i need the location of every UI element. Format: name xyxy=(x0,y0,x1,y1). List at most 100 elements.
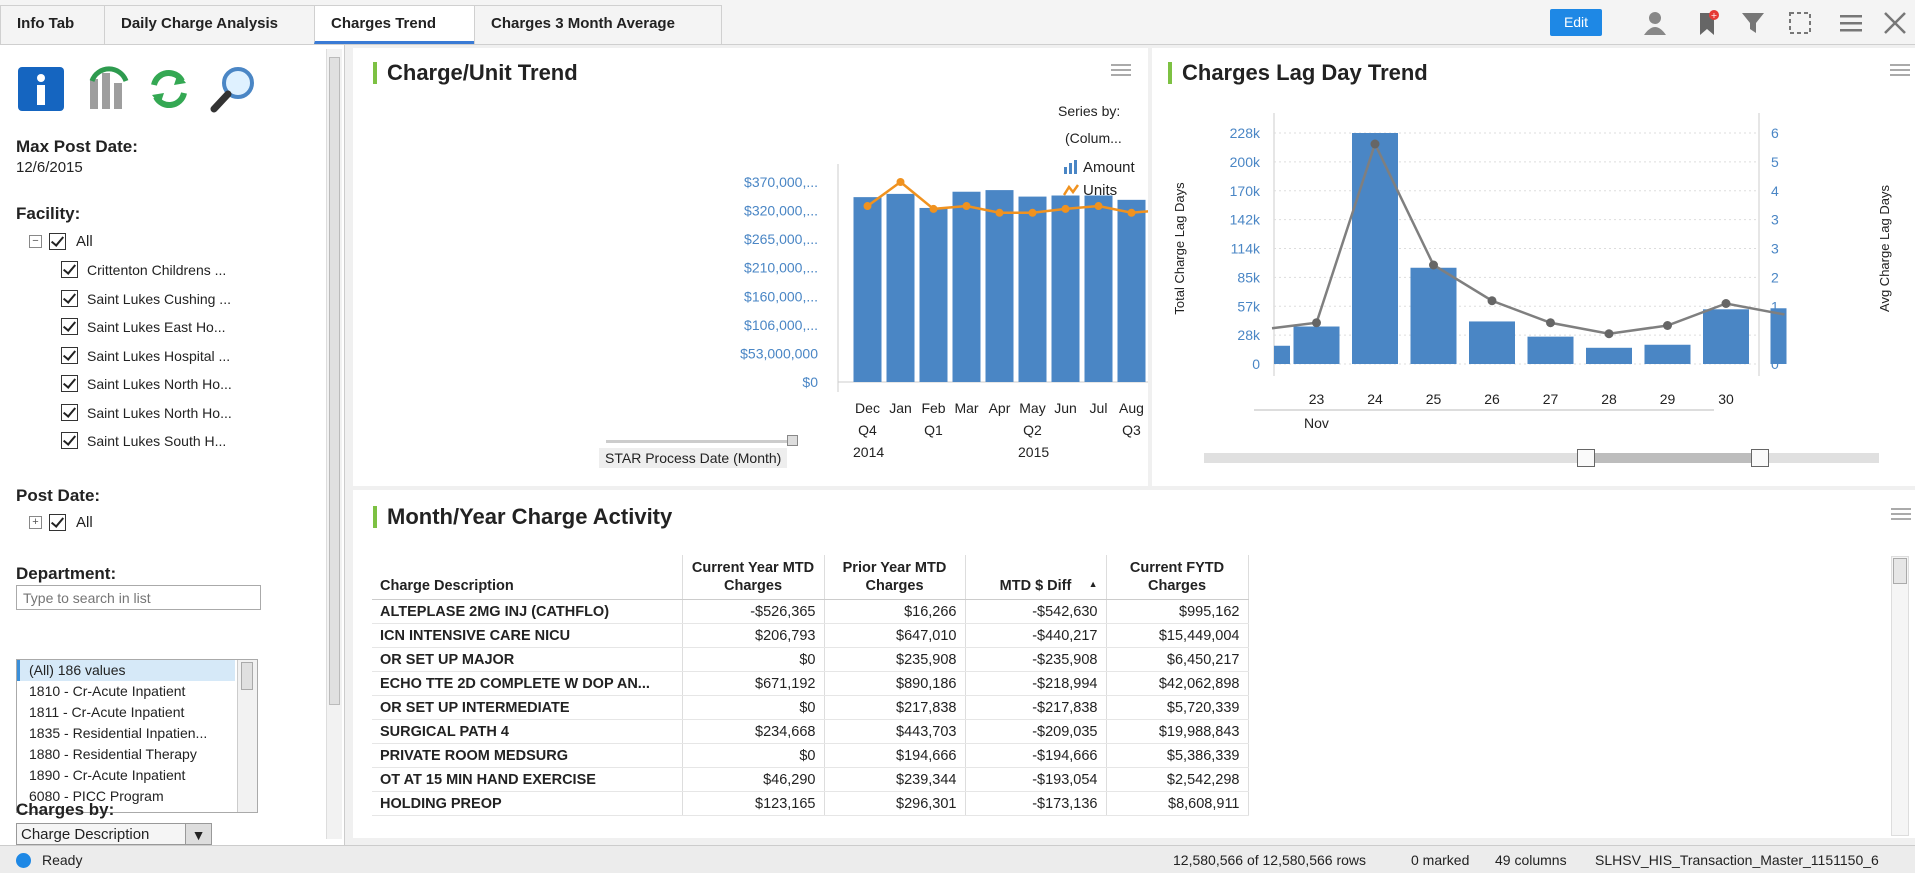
series-by-value[interactable]: (Colum... xyxy=(1065,130,1122,146)
lag-bar[interactable] xyxy=(1703,309,1749,364)
lag-bar[interactable] xyxy=(1527,336,1574,364)
col-current-fytd[interactable]: Current FYTD Charges xyxy=(1106,555,1249,600)
col-mtd-diff[interactable]: MTD $ Diff ▲ xyxy=(965,555,1107,600)
table-row[interactable]: SURGICAL PATH 4 $234,668 $443,703 -$209,035… xyxy=(372,719,1249,744)
avg-lag-point[interactable] xyxy=(1604,329,1614,339)
charge-unit-chart[interactable]: $370,000,... $320,000,... $265,000,... $210… xyxy=(353,48,1148,486)
amount-bar[interactable] xyxy=(1018,196,1047,382)
facility-all-checkbox[interactable] xyxy=(49,233,66,250)
department-search-input[interactable] xyxy=(16,585,261,610)
units-point[interactable] xyxy=(896,178,905,186)
department-item[interactable]: (All) 186 values xyxy=(17,660,235,681)
department-item[interactable]: 1880 - Residential Therapy xyxy=(17,744,235,765)
lag-range-slider[interactable] xyxy=(1204,453,1879,463)
lag-bar[interactable] xyxy=(1274,345,1290,364)
units-point[interactable] xyxy=(1094,202,1103,211)
lag-bar[interactable] xyxy=(1644,344,1691,364)
department-item[interactable]: 1835 - Residential Inpatien... xyxy=(17,723,235,744)
department-item[interactable]: 1810 - Cr-Acute Inpatient xyxy=(17,681,235,702)
post-date-all-checkbox[interactable] xyxy=(49,514,66,531)
close-icon[interactable] xyxy=(1880,9,1910,37)
avg-lag-point[interactable] xyxy=(1546,318,1555,328)
magnifier-icon[interactable] xyxy=(208,63,258,115)
status-table-name[interactable]: SLHSV_HIS_Transaction_Master_1151150_6 xyxy=(1595,852,1879,868)
units-point[interactable] xyxy=(962,202,971,211)
facility-label[interactable]: Crittenton Childrens ... xyxy=(87,262,226,278)
amount-bar[interactable] xyxy=(853,197,882,382)
lag-range-selection[interactable] xyxy=(1586,453,1760,463)
panel-menu-icon[interactable] xyxy=(1891,508,1911,522)
user-icon[interactable] xyxy=(1640,9,1670,37)
col-current-year-mtd[interactable]: Current Year MTD Charges xyxy=(682,555,825,600)
facility-checkbox[interactable] xyxy=(61,375,78,392)
edit-button[interactable]: Edit xyxy=(1550,9,1602,36)
lag-bar[interactable] xyxy=(1293,326,1340,364)
col-prior-year-mtd[interactable]: Prior Year MTD Charges xyxy=(824,555,966,600)
expand-icon[interactable]: + xyxy=(29,516,42,529)
table-row[interactable]: ECHO TTE 2D COMPLETE W DOP AN... $671,192… xyxy=(372,671,1249,696)
lag-bar[interactable] xyxy=(1586,347,1632,364)
info-icon[interactable] xyxy=(16,65,66,113)
menu-icon[interactable] xyxy=(1836,9,1866,37)
lag-slider-handle-left[interactable] xyxy=(1577,449,1595,467)
collapse-icon[interactable]: − xyxy=(29,235,42,248)
facility-checkbox[interactable] xyxy=(61,432,78,449)
units-point[interactable] xyxy=(929,204,938,213)
units-point[interactable] xyxy=(863,202,872,211)
units-point[interactable] xyxy=(1028,208,1037,217)
bookmark-icon[interactable]: + xyxy=(1692,9,1722,37)
amount-bar[interactable] xyxy=(952,191,981,382)
table-scrollbar[interactable] xyxy=(1891,556,1909,836)
table-scroll-thumb[interactable] xyxy=(1893,558,1907,584)
units-point[interactable] xyxy=(995,208,1004,217)
reload-icon[interactable] xyxy=(146,65,192,113)
lag-bar[interactable] xyxy=(1469,321,1515,364)
amount-bar[interactable] xyxy=(1051,195,1080,382)
facility-label[interactable]: Saint Lukes South H... xyxy=(87,433,226,449)
sidebar-scrollbar[interactable] xyxy=(326,49,342,839)
filter-icon[interactable] xyxy=(1738,9,1768,37)
avg-lag-point[interactable] xyxy=(1312,318,1321,328)
tab-info[interactable]: Info Tab xyxy=(0,5,105,44)
table-row[interactable]: PRIVATE ROOM MEDSURG $0 $194,666 -$194,666 $… xyxy=(372,743,1249,768)
department-item[interactable]: 1890 - Cr-Acute Inpatient xyxy=(17,765,235,786)
selection-icon[interactable] xyxy=(1786,9,1816,37)
department-list-scroll-thumb[interactable] xyxy=(241,662,253,690)
avg-lag-point[interactable] xyxy=(1487,296,1497,306)
department-list[interactable]: (All) 186 values 1810 - Cr-Acute Inpatien… xyxy=(16,659,258,813)
tab-charges-trend[interactable]: Charges Trend xyxy=(314,5,475,44)
table-row[interactable]: HOLDING PREOP $123,165 $296,301 -$173,136 $8… xyxy=(372,791,1249,816)
lag-slider-handle-right[interactable] xyxy=(1751,449,1769,467)
tab-daily-charge-analysis[interactable]: Daily Charge Analysis xyxy=(104,5,315,44)
chevron-down-icon[interactable]: ▼ xyxy=(185,824,211,844)
amount-bar[interactable] xyxy=(886,193,915,382)
avg-lag-point[interactable] xyxy=(1370,139,1380,149)
avg-lag-point[interactable] xyxy=(1663,321,1672,330)
lag-bar[interactable] xyxy=(1410,267,1457,364)
facility-label[interactable]: Saint Lukes Cushing ... xyxy=(87,291,231,307)
legend-units[interactable]: Units xyxy=(1083,182,1117,199)
table-row[interactable]: OR SET UP MAJOR $0 $235,908 -$235,908 $6,450… xyxy=(372,647,1249,672)
amount-bar[interactable] xyxy=(1084,195,1113,382)
slider-handle[interactable] xyxy=(787,435,798,446)
units-point[interactable] xyxy=(1127,208,1136,217)
legend-amount[interactable]: Amount xyxy=(1083,159,1135,176)
sort-asc-icon[interactable]: ▲ xyxy=(1089,575,1098,593)
facility-label[interactable]: Saint Lukes North Ho... xyxy=(87,376,232,392)
facility-checkbox[interactable] xyxy=(61,403,78,421)
avg-lag-point[interactable] xyxy=(1429,260,1438,270)
lag-bar[interactable] xyxy=(1352,133,1398,364)
amount-bar[interactable] xyxy=(1117,199,1146,382)
charges-by-select[interactable]: Charge Description ▼ xyxy=(16,823,212,845)
facility-checkbox[interactable] xyxy=(61,318,78,335)
avg-lag-point[interactable] xyxy=(1721,299,1731,308)
units-point[interactable] xyxy=(1061,204,1070,213)
avg-lag-line[interactable] xyxy=(1271,140,1785,336)
table-row[interactable]: ALTEPLASE 2MG INJ (CATHFLO) -$526,365 $16,… xyxy=(372,599,1249,624)
department-list-scrollbar[interactable] xyxy=(237,660,257,812)
department-item[interactable]: 1811 - Cr-Acute Inpatient xyxy=(17,702,235,723)
refresh-data-icon[interactable] xyxy=(84,65,134,113)
facility-label[interactable]: Saint Lukes North Ho... xyxy=(87,405,232,421)
amount-bar[interactable] xyxy=(919,207,948,382)
lag-bar[interactable] xyxy=(1770,308,1787,364)
